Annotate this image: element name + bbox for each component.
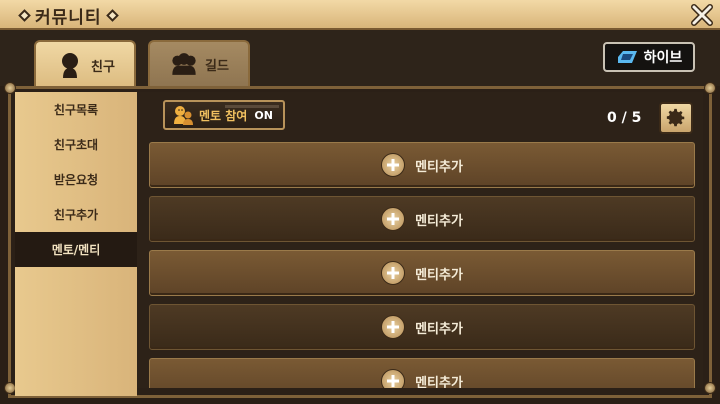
person-silhouette-icon bbox=[62, 53, 79, 78]
corner-rivet-icon bbox=[704, 82, 716, 94]
title-bar: 커뮤니티 bbox=[0, 0, 720, 30]
add-mentee-label: 멘티추가 bbox=[415, 321, 463, 337]
sidebar: 친구목록 친구초대 받은요청 친구추가 멘토/멘티 bbox=[15, 92, 137, 396]
mentor-participation-toggle[interactable]: 멘토 참여 ON bbox=[163, 100, 285, 130]
add-mentee-label: 멘티추가 bbox=[415, 159, 463, 175]
diamond-ornament-icon bbox=[105, 8, 119, 22]
mentor-toggle-bar bbox=[225, 105, 279, 108]
mentee-slot-list: 멘티추가 멘티추가 멘티추가 멘티추가 멘티추가 bbox=[149, 142, 695, 388]
sidebar-item-label: 친구목록 bbox=[53, 103, 99, 117]
corner-rivet-icon bbox=[704, 382, 716, 394]
sidebar-item-label: 친구추가 bbox=[53, 208, 99, 222]
tab-guild-label: 길드 bbox=[205, 58, 229, 74]
mentor-participation-state: ON bbox=[254, 108, 273, 122]
tab-friends[interactable]: 친구 bbox=[34, 40, 136, 88]
hive-button[interactable]: 하이브 bbox=[603, 42, 695, 72]
tab-friends-label: 친구 bbox=[91, 59, 115, 75]
plus-icon bbox=[381, 153, 406, 177]
sidebar-item-label: 친구초대 bbox=[53, 138, 99, 152]
hive-logo-icon bbox=[617, 51, 637, 63]
content-area: 멘토 참여 ON 0 / 5 멘티추가 멘티추가 멘티추가 멘티추가 멘티추가 bbox=[137, 92, 703, 388]
tab-guild[interactable]: 길드 bbox=[148, 40, 250, 86]
settings-button[interactable] bbox=[659, 102, 693, 134]
plus-icon bbox=[381, 207, 406, 231]
sidebar-item-mentor-mentee[interactable]: 멘토/멘티 bbox=[15, 232, 137, 267]
sidebar-item-friend-invite[interactable]: 친구초대 bbox=[15, 127, 137, 162]
diamond-ornament-icon bbox=[18, 8, 31, 22]
add-mentee-label: 멘티추가 bbox=[415, 213, 463, 229]
add-mentee-button[interactable]: 멘티추가 bbox=[149, 196, 695, 242]
sidebar-item-label: 받은요청 bbox=[53, 173, 99, 187]
gear-icon bbox=[666, 108, 685, 127]
add-mentee-button[interactable]: 멘티추가 bbox=[149, 142, 695, 188]
add-mentee-label: 멘티추가 bbox=[415, 267, 463, 283]
sidebar-item-friend-list[interactable]: 친구목록 bbox=[15, 92, 137, 127]
sidebar-item-label: 멘토/멘티 bbox=[51, 243, 101, 257]
window-title: 커뮤니티 bbox=[35, 7, 102, 28]
tabs-area: 친구 길드 하이브 bbox=[0, 30, 720, 88]
close-icon bbox=[691, 4, 713, 26]
sidebar-item-received-requests[interactable]: 받은요청 bbox=[15, 162, 137, 197]
plus-icon bbox=[381, 261, 406, 285]
mentee-count: 0 / 5 bbox=[607, 110, 642, 126]
close-button[interactable] bbox=[688, 1, 716, 29]
sidebar-item-add-friend[interactable]: 친구추가 bbox=[15, 197, 137, 232]
add-mentee-button[interactable]: 멘티추가 bbox=[149, 250, 695, 296]
mentor-participation-label: 멘토 참여 bbox=[199, 108, 248, 123]
plus-icon bbox=[381, 369, 406, 388]
plus-icon bbox=[381, 315, 406, 339]
add-mentee-button[interactable]: 멘티추가 bbox=[149, 358, 695, 388]
mentor-icon bbox=[174, 106, 193, 125]
add-mentee-label: 멘티추가 bbox=[415, 375, 463, 389]
group-silhouette-icon bbox=[172, 53, 196, 75]
add-mentee-button[interactable]: 멘티추가 bbox=[149, 304, 695, 350]
window-title-wrap: 커뮤니티 bbox=[18, 3, 119, 28]
hive-button-label: 하이브 bbox=[643, 50, 683, 66]
